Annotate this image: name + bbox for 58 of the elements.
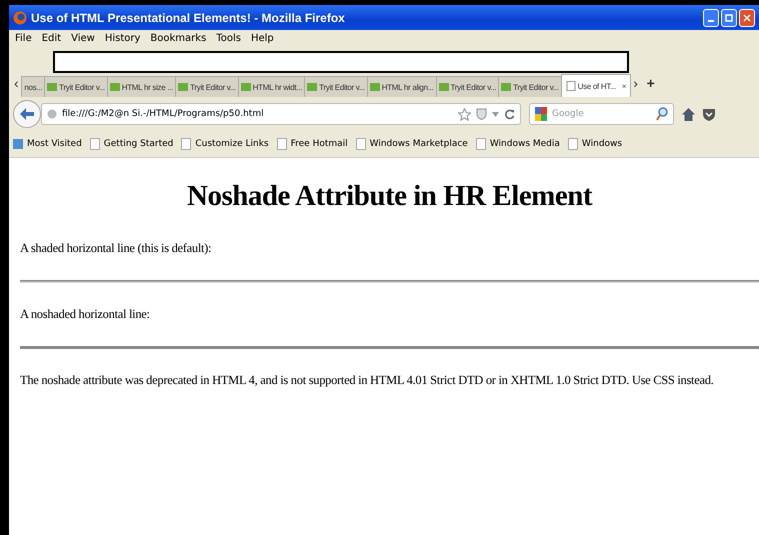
bookmark-item[interactable]: Windows Marketplace	[356, 138, 468, 150]
tab-scroll-left-button[interactable]: ‹	[11, 75, 22, 97]
tab-scroll-right-button[interactable]: ›	[630, 75, 641, 97]
page-icon	[276, 138, 287, 150]
bookmark-item[interactable]: Windows Media	[476, 138, 560, 150]
address-field[interactable]: file:///G:/M2@n Si.-/HTML/Programs/p50.html	[41, 103, 521, 125]
menu-item[interactable]: History	[104, 33, 140, 44]
back-button[interactable]	[13, 100, 41, 128]
menu-item[interactable]: File	[15, 33, 32, 44]
menu-item[interactable]: Bookmarks	[150, 33, 206, 44]
paragraph: A noshaded horizontal line:	[20, 307, 151, 322]
page-icon	[181, 138, 192, 150]
menu-item[interactable]: Help	[250, 33, 274, 44]
close-button[interactable]	[739, 8, 755, 26]
paragraph: The noshade attribute was deprecated in HTML 4, and is not supported in HTML 4.01 Strict DTD or in XHTML 1.0 Strict DTD. Use CSS instead.	[20, 373, 715, 388]
bookmark-item[interactable]: Customize Links	[181, 138, 269, 150]
minimize-button[interactable]	[703, 8, 719, 26]
browser-tab[interactable]: HTML hr size ...	[106, 76, 176, 97]
page-icon	[356, 138, 366, 150]
menu-item[interactable]: Edit	[42, 33, 62, 44]
menu-item[interactable]: Tools	[216, 33, 241, 44]
browser-tab[interactable]: nos...	[21, 76, 46, 97]
paragraph: A shaded horizontal line (this is default):	[20, 241, 212, 256]
new-tab-button[interactable]: +	[640, 75, 660, 97]
browser-tab[interactable]: Use of HT... ×	[560, 74, 632, 97]
browser-tab[interactable]: Tryit Editor v...	[436, 76, 500, 97]
browser-tab[interactable]: Tryit Editor v...	[498, 76, 562, 97]
star-icon[interactable]	[458, 108, 471, 120]
home-icon[interactable]	[682, 108, 695, 120]
page-icon	[568, 138, 578, 150]
page-heading: Noshade Attribute in HR Element	[186, 180, 594, 213]
search-engine-icon[interactable]	[535, 107, 547, 121]
browser-tab[interactable]: HTML hr widt...	[238, 76, 306, 97]
browser-logo-icon	[13, 10, 27, 26]
browser-tab[interactable]: Tryit Editor v...	[304, 76, 368, 97]
restore-button[interactable]	[721, 8, 737, 26]
menu-item[interactable]: View	[71, 33, 95, 44]
page-icon	[476, 138, 486, 150]
bookmark-item[interactable]: Windows	[568, 138, 622, 150]
close-tab-button[interactable]: ×	[622, 82, 626, 90]
browser-tab[interactable]: HTML hr align...	[366, 76, 436, 97]
bookmark-item[interactable]: Free Hotmail	[276, 138, 348, 150]
folder-icon	[13, 138, 23, 150]
close-icon	[743, 14, 751, 22]
reload-icon[interactable]	[504, 108, 515, 120]
page-icon	[90, 138, 100, 150]
browser-tab[interactable]: Tryit Editor v...	[44, 76, 108, 97]
bookmark-item[interactable]: Most Visited	[13, 138, 82, 150]
search-icon[interactable]	[656, 107, 668, 121]
window-title: Use of HTML Presentational Elements! - Mozilla Firefox	[31, 10, 345, 24]
bookmark-item[interactable]: Getting Started	[90, 138, 174, 150]
dropdown-icon[interactable]	[492, 112, 499, 116]
minimize-icon	[708, 20, 714, 22]
browser-tab[interactable]: Tryit Editor v...	[175, 76, 239, 97]
restore-icon	[725, 14, 733, 22]
page-icon	[566, 81, 576, 91]
shield-icon[interactable]	[703, 108, 715, 120]
back-arrow-icon	[20, 108, 34, 120]
